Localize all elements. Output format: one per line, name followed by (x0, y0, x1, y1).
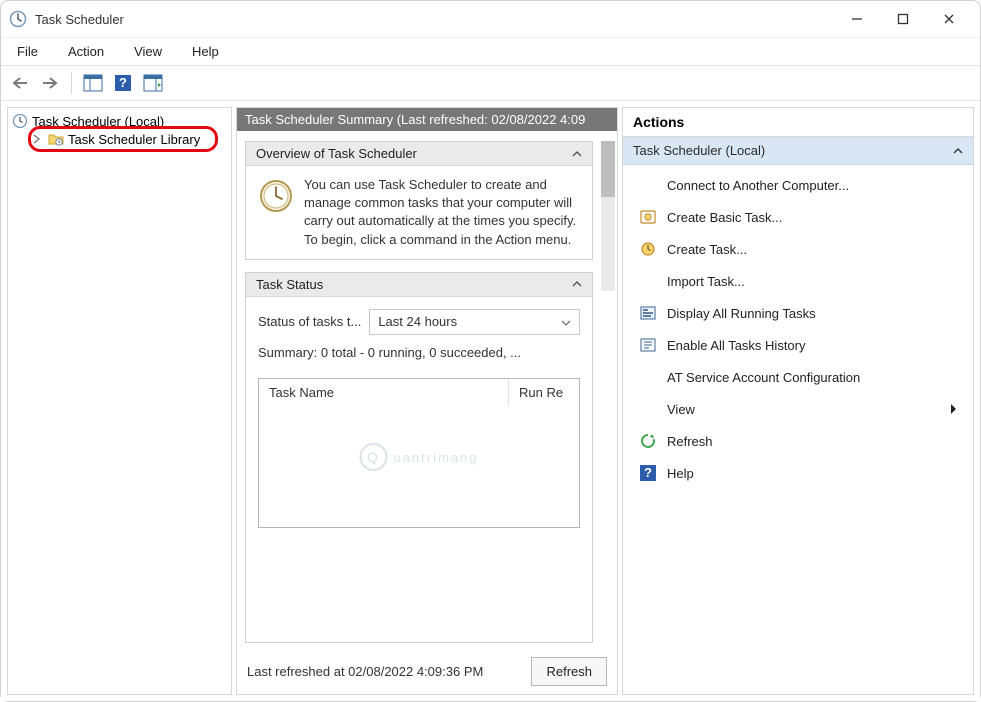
tree-library-label: Task Scheduler Library (68, 132, 200, 147)
action-label: Help (667, 466, 694, 481)
summary-panel: Task Scheduler Summary (Last refreshed: … (236, 107, 618, 695)
menu-action[interactable]: Action (62, 42, 110, 61)
help-button[interactable]: ? (110, 70, 136, 96)
task-status-header[interactable]: Task Status (246, 273, 592, 297)
action-import-task[interactable]: Import Task... (623, 265, 973, 297)
help-icon: ? (639, 464, 657, 482)
table-header: Task Name Run Re (259, 379, 579, 406)
svg-text:?: ? (644, 465, 652, 480)
blank-icon (639, 368, 657, 386)
chevron-down-icon (561, 319, 571, 327)
menu-view[interactable]: View (128, 42, 168, 61)
toolbar: ? (1, 65, 980, 101)
running-tasks-icon (639, 304, 657, 322)
action-at-service[interactable]: AT Service Account Configuration (623, 361, 973, 393)
col-run-result[interactable]: Run Re (509, 379, 579, 406)
overview-clock-icon (258, 178, 294, 214)
actions-heading: Actions (623, 108, 973, 137)
action-create-task[interactable]: Create Task... (623, 233, 973, 265)
blank-icon (639, 176, 657, 194)
nav-back-button[interactable] (7, 70, 33, 96)
folder-clock-icon (48, 131, 64, 147)
actions-context[interactable]: Task Scheduler (Local) (623, 137, 973, 165)
refresh-icon (639, 432, 657, 450)
overview-header[interactable]: Overview of Task Scheduler (246, 142, 592, 166)
task-table[interactable]: Task Name Run Re (258, 378, 580, 528)
minimize-button[interactable] (834, 3, 880, 35)
status-range-combo[interactable]: Last 24 hours (369, 309, 580, 335)
action-refresh[interactable]: Refresh (623, 425, 973, 457)
title-bar: Task Scheduler (1, 1, 980, 37)
actions-context-label: Task Scheduler (Local) (633, 143, 765, 158)
svg-text:?: ? (119, 75, 127, 90)
collapse-icon (572, 280, 582, 288)
app-window: Task Scheduler File Action View Help ? T… (0, 0, 981, 702)
action-label: Enable All Tasks History (667, 338, 806, 353)
action-display-running[interactable]: Display All Running Tasks (623, 297, 973, 329)
tree-panel: Task Scheduler (Local) Task Scheduler Li… (7, 107, 232, 695)
col-task-name[interactable]: Task Name (259, 379, 509, 406)
app-clock-icon (9, 10, 27, 28)
chevron-right-icon (32, 134, 44, 144)
status-range-label: Status of tasks t... (258, 314, 361, 329)
menu-file[interactable]: File (11, 42, 44, 61)
chevron-right-icon (949, 403, 957, 415)
close-button[interactable] (926, 3, 972, 35)
blank-icon (639, 400, 657, 418)
summary-header: Task Scheduler Summary (Last refreshed: … (237, 108, 617, 131)
overview-section: Overview of Task Scheduler You can use T… (245, 141, 593, 260)
menu-bar: File Action View Help (1, 37, 980, 65)
status-range-value: Last 24 hours (378, 314, 457, 329)
collapse-icon (953, 147, 963, 155)
vertical-scrollbar[interactable] (601, 141, 615, 291)
task-status-title: Task Status (256, 277, 323, 292)
clock-icon (12, 113, 28, 129)
window-title: Task Scheduler (35, 12, 124, 27)
create-task-icon (639, 240, 657, 258)
tree-library[interactable]: Task Scheduler Library (30, 130, 229, 148)
action-label: Display All Running Tasks (667, 306, 816, 321)
actions-panel: Actions Task Scheduler (Local) Connect t… (622, 107, 974, 695)
action-label: Create Task... (667, 242, 747, 257)
overview-text: You can use Task Scheduler to create and… (304, 176, 580, 249)
action-label: AT Service Account Configuration (667, 370, 860, 385)
action-label: View (667, 402, 939, 417)
last-refreshed-label: Last refreshed at 02/08/2022 4:09:36 PM (247, 664, 523, 679)
toolbar-divider (71, 72, 72, 94)
blank-icon (639, 272, 657, 290)
action-label: Create Basic Task... (667, 210, 782, 225)
show-hide-tree-button[interactable] (80, 70, 106, 96)
action-label: Connect to Another Computer... (667, 178, 849, 193)
action-create-basic-task[interactable]: Create Basic Task... (623, 201, 973, 233)
task-status-section: Task Status Quantrimang Status of tasks … (245, 272, 593, 643)
scrollbar-thumb[interactable] (601, 141, 615, 197)
action-enable-history[interactable]: Enable All Tasks History (623, 329, 973, 361)
show-hide-action-button[interactable] (140, 70, 166, 96)
refresh-button[interactable]: Refresh (531, 657, 607, 686)
summary-line: Summary: 0 total - 0 running, 0 succeede… (246, 335, 592, 360)
tree-root[interactable]: Task Scheduler (Local) (10, 112, 229, 130)
action-view[interactable]: View (623, 393, 973, 425)
action-label: Import Task... (667, 274, 745, 289)
basic-task-icon (639, 208, 657, 226)
content-body: Task Scheduler (Local) Task Scheduler Li… (1, 101, 980, 701)
maximize-button[interactable] (880, 3, 926, 35)
menu-help[interactable]: Help (186, 42, 225, 61)
tree-root-label: Task Scheduler (Local) (32, 114, 164, 129)
collapse-icon (572, 150, 582, 158)
nav-forward-button[interactable] (37, 70, 63, 96)
history-icon (639, 336, 657, 354)
summary-footer: Last refreshed at 02/08/2022 4:09:36 PM … (237, 649, 617, 694)
action-label: Refresh (667, 434, 713, 449)
overview-title: Overview of Task Scheduler (256, 146, 417, 161)
action-help[interactable]: ? Help (623, 457, 973, 489)
action-connect[interactable]: Connect to Another Computer... (623, 169, 973, 201)
